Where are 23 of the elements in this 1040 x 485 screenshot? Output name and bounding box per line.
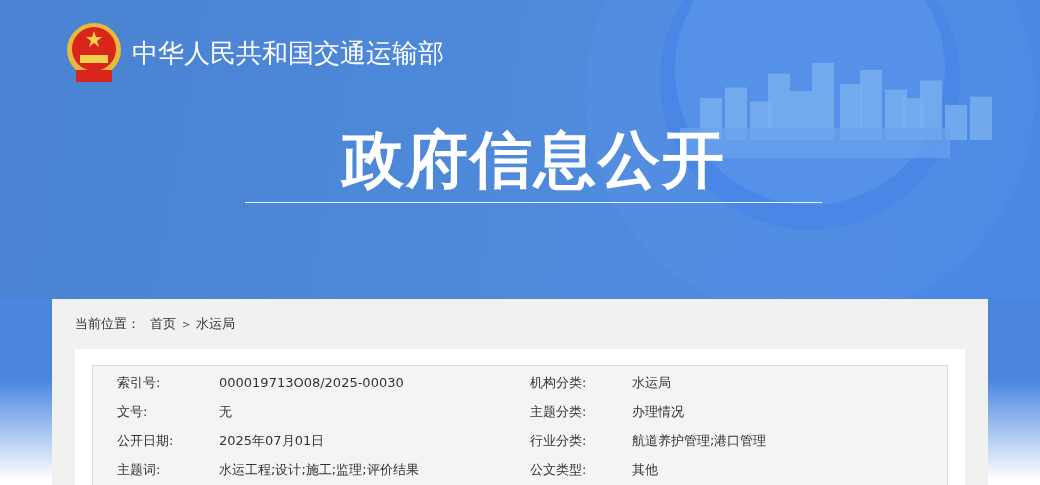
breadcrumb-label: 当前位置： xyxy=(75,315,140,333)
field-label: 文号: xyxy=(117,402,149,421)
field-label: 索引号: xyxy=(117,373,162,392)
field-label: 公开日期: xyxy=(117,431,175,450)
breadcrumb-separator: > xyxy=(182,318,191,330)
field-value: 水运工程;设计;施工;监理;评价结果 xyxy=(219,460,420,479)
field-label: 公文类型: xyxy=(530,460,588,479)
field-value: 000019713O08/2025-00030 xyxy=(219,375,405,390)
breadcrumb-link[interactable]: 水运局 xyxy=(196,315,236,333)
site-name: 中华人民共和国交通运输部 xyxy=(132,36,444,70)
field-value: 办理情况 xyxy=(632,402,685,421)
field-value: 水运局 xyxy=(632,373,672,392)
field-value: 航道养护管理;港口管理 xyxy=(632,431,768,450)
field-label: 行业分类: xyxy=(530,431,588,450)
field-label: 主题分类: xyxy=(530,402,588,421)
field-label: 主题词: xyxy=(117,460,162,479)
banner-title: 政府信息公开 xyxy=(341,124,726,196)
field-value: 其他 xyxy=(632,460,659,479)
field-value: 无 xyxy=(219,402,233,421)
emblem-icon xyxy=(66,22,122,84)
field-label: 机构分类: xyxy=(530,373,588,392)
field-value: 2025年07月01日 xyxy=(219,431,326,450)
breadcrumb-link[interactable]: 首页 xyxy=(150,315,176,333)
